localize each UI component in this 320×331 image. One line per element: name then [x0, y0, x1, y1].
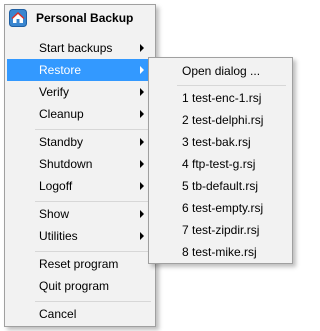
submenu-arrow-icon [140, 182, 144, 190]
menu-item-label: Show [39, 207, 70, 221]
menu-separator [35, 301, 151, 302]
menu-item-reset-program[interactable]: Reset program [7, 253, 153, 275]
menu-item-utilities[interactable]: Utilities [7, 225, 153, 247]
menu-item-label: Quit program [39, 279, 110, 293]
submenu-arrow-icon [140, 160, 144, 168]
menu-item-start-backups[interactable]: Start backups [7, 37, 153, 59]
submenu-item-label: 2 test-delphi.rsj [182, 113, 264, 127]
submenu-item-recent-5[interactable]: 5 tb-default.rsj [151, 175, 290, 197]
menu-item-logoff[interactable]: Logoff [7, 175, 153, 197]
submenu-item-recent-4[interactable]: 4 ftp-test-g.rsj [151, 153, 290, 175]
restore-submenu: Open dialog ... 1 test-enc-1.rsj 2 test-… [148, 57, 293, 264]
submenu-arrow-icon [140, 110, 144, 118]
submenu-item-label: 1 test-enc-1.rsj [182, 91, 262, 105]
menu-separator [35, 201, 151, 202]
submenu-item-label: 3 test-bak.rsj [182, 135, 251, 149]
submenu-item-label: 4 ftp-test-g.rsj [182, 157, 256, 171]
menu-item-shutdown[interactable]: Shutdown [7, 153, 153, 175]
menu-item-label: Shutdown [39, 157, 93, 171]
menu-item-label: Standby [39, 135, 84, 149]
menu-item-label: Restore [39, 63, 82, 77]
submenu-arrow-icon [140, 138, 144, 146]
menu-item-label: Utilities [39, 229, 78, 243]
submenu-arrow-icon [140, 44, 144, 52]
submenu-item-label: Open dialog ... [182, 64, 261, 78]
submenu-arrow-icon [140, 88, 144, 96]
submenu-arrow-icon [140, 66, 144, 74]
submenu-arrow-icon [140, 232, 144, 240]
menu-item-quit-program[interactable]: Quit program [7, 275, 153, 297]
submenu-item-label: 7 test-zipdir.rsj [182, 223, 260, 237]
menu-item-restore[interactable]: Restore [7, 59, 153, 81]
submenu-item-label: 6 test-empty.rsj [182, 201, 264, 215]
menu-item-cancel[interactable]: Cancel [7, 303, 153, 325]
menu-title: Personal Backup [36, 11, 134, 25]
menu-separator [35, 129, 151, 130]
submenu-item-label: 8 test-mike.rsj [182, 245, 257, 259]
submenu-item-recent-3[interactable]: 3 test-bak.rsj [151, 131, 290, 153]
menu-item-label: Cancel [39, 307, 77, 321]
screen: Personal Backup Start backups Restore Ve… [0, 0, 316, 331]
submenu-item-open-dialog[interactable]: Open dialog ... [151, 60, 290, 82]
submenu-item-label: 5 tb-default.rsj [182, 179, 259, 193]
submenu-item-recent-7[interactable]: 7 test-zipdir.rsj [151, 219, 290, 241]
menu-item-label: Start backups [39, 41, 113, 55]
menu-item-label: Verify [39, 85, 70, 99]
menu-header: Personal Backup [5, 5, 155, 31]
menu-item-standby[interactable]: Standby [7, 131, 153, 153]
submenu-arrow-icon [140, 210, 144, 218]
submenu-item-recent-8[interactable]: 8 test-mike.rsj [151, 241, 290, 263]
submenu-item-recent-6[interactable]: 6 test-empty.rsj [151, 197, 290, 219]
menu-item-show[interactable]: Show [7, 203, 153, 225]
menu-item-label: Cleanup [39, 107, 84, 121]
menu-item-cleanup[interactable]: Cleanup [7, 103, 153, 125]
tray-context-menu: Personal Backup Start backups Restore Ve… [4, 4, 156, 327]
menu-separator [35, 251, 151, 252]
submenu-item-recent-2[interactable]: 2 test-delphi.rsj [151, 109, 290, 131]
menu-item-label: Reset program [39, 257, 119, 271]
menu-item-label: Logoff [39, 179, 73, 193]
personal-backup-app-icon [9, 9, 27, 27]
submenu-item-recent-1[interactable]: 1 test-enc-1.rsj [151, 87, 290, 109]
menu-separator [177, 85, 286, 86]
menu-item-verify[interactable]: Verify [7, 81, 153, 103]
